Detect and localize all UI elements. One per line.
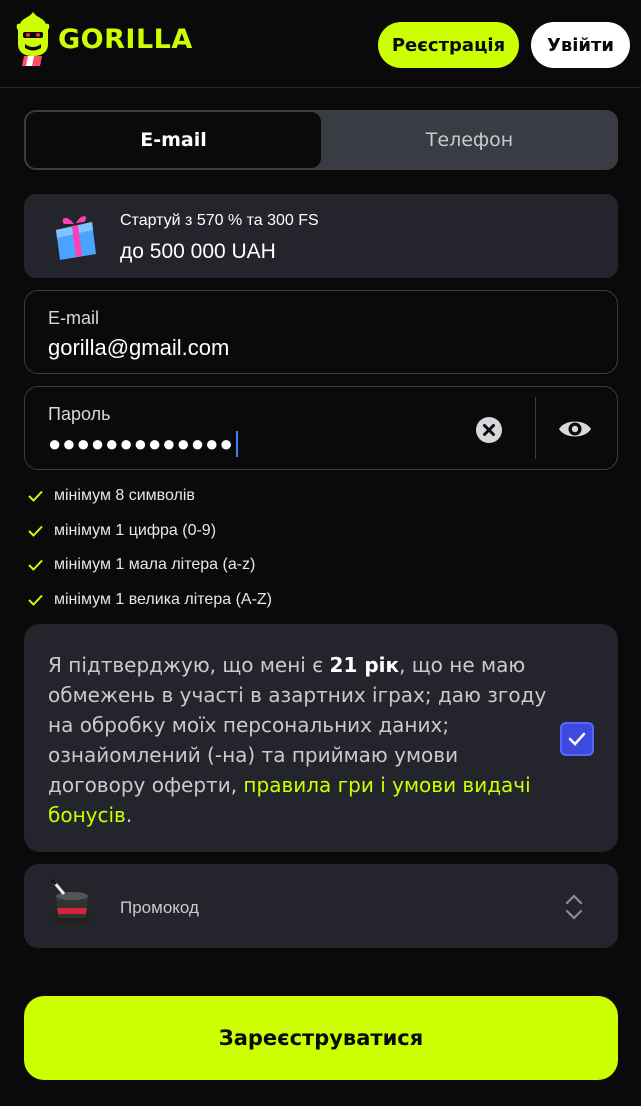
header-register-button[interactable]: Реєстрація [378,22,519,68]
password-rule-text: мінімум 8 символів [54,487,195,504]
promocode-label: Промокод [120,898,199,917]
logo[interactable]: GORILLA [14,10,193,68]
consent-part: . [125,803,133,827]
field-divider [535,397,536,459]
gorilla-logo-icon [16,12,50,66]
header: GORILLA Реєстрація Увійти [0,0,641,88]
password-rule-text: мінімум 1 велика літера (A-Z) [54,591,272,608]
password-rule-text: мінімум 1 мала літера (a-z) [54,556,256,573]
consent-text: Я підтверджую, що мені є 21 рік, що не м… [48,650,558,830]
email-label: E-mail [48,308,100,328]
check-icon [28,525,43,537]
email-field[interactable]: E-mail [24,290,618,374]
submit-registration-button[interactable]: Зареєструватися [24,996,618,1080]
checkmark-icon [568,732,586,746]
password-rule: мінімум 1 мала літера (a-z) [28,553,255,577]
game-rules-link[interactable]: правила гри [243,773,373,797]
consent-part: і [373,773,393,797]
password-rule-text: мінімум 1 цифра (0-9) [54,522,217,539]
registration-method-tabs: E-mail Телефон [24,110,618,170]
check-icon [28,490,43,502]
consent-checkbox[interactable] [560,722,594,756]
tab-email[interactable]: E-mail [25,111,322,169]
header-login-button[interactable]: Увійти [531,22,630,68]
gift-icon [56,216,96,260]
magic-hat-icon [48,878,96,925]
check-icon [28,594,43,606]
show-password-icon[interactable] [557,415,593,443]
clear-icon[interactable] [476,417,502,443]
logo-text: GORILLA [58,23,193,55]
tab-phone[interactable]: Телефон [322,111,617,169]
password-label: Пароль [48,404,111,424]
password-field[interactable]: Пароль ●●●●●●●●●●●●● [24,386,618,470]
password-rule: мінімум 1 велика літера (A-Z) [28,588,272,612]
password-input[interactable]: ●●●●●●●●●●●●● [48,431,238,457]
welcome-bonus-banner: Стартуй з 570 % та 300 FS до 500 000 UAH [24,194,618,278]
check-icon [28,559,43,571]
terms-consent: Я підтверджую, що мені є 21 рік, що не м… [24,624,618,852]
bonus-amount: до 500 000 UAH [120,240,276,263]
expand-toggle-icon[interactable] [564,892,584,922]
password-rule: мінімум 8 символів [28,484,195,508]
email-input[interactable] [48,333,468,363]
password-rule: мінімум 1 цифра (0-9) [28,519,216,543]
promocode-toggle[interactable]: Промокод [24,864,618,948]
age-requirement: 21 рік [329,653,400,677]
consent-part: Я підтверджую, що мені є [48,653,330,677]
bonus-headline: Стартуй з 570 % та 300 FS [120,212,319,229]
